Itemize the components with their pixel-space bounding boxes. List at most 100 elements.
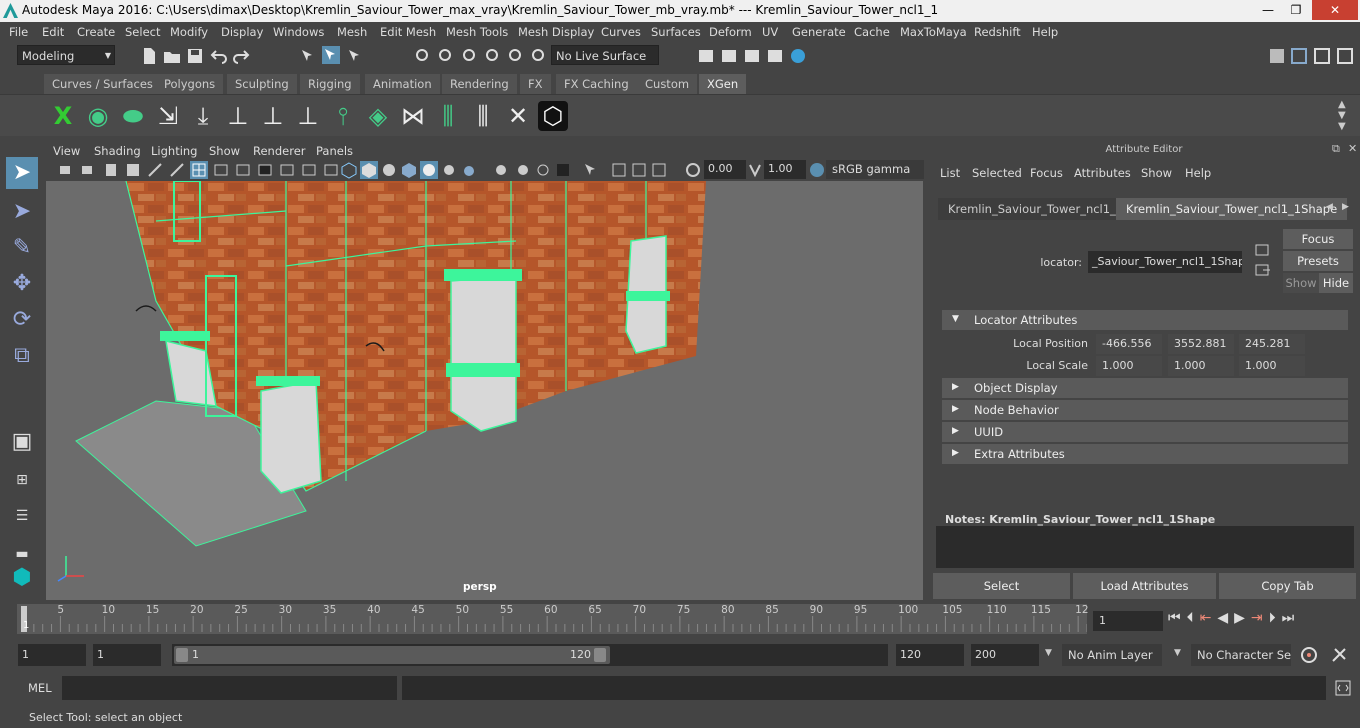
xgen-editor-icon[interactable]: X (48, 101, 78, 131)
select-input-icon[interactable] (1254, 242, 1272, 260)
render-view-icon[interactable] (697, 47, 715, 65)
xgen-layers-icon[interactable]: ◈ (363, 101, 393, 131)
section-node-behavior[interactable]: ▶ Node Behavior (942, 400, 1348, 420)
show-button[interactable]: Show (1283, 273, 1319, 293)
gamma-icon[interactable] (746, 161, 764, 179)
move-tool-icon[interactable]: ✥ (6, 268, 38, 300)
menu-display[interactable]: Display (221, 25, 263, 39)
menu-file[interactable]: File (9, 25, 28, 39)
menu-help[interactable]: Help (1032, 25, 1058, 39)
select-hierarchy-icon[interactable] (299, 47, 317, 65)
xgen-guide-icon[interactable]: ⊥ (258, 101, 288, 131)
attr-menu-focus[interactable]: Focus (1030, 166, 1063, 180)
shelf-tab-animation[interactable]: Animation (365, 74, 440, 94)
attr-tab-transform[interactable]: Kremlin_Saviour_Tower_ncl1_1 (938, 198, 1134, 220)
bookmark-icon[interactable] (102, 161, 120, 179)
use-all-lights-icon[interactable] (420, 161, 438, 179)
section-extra-attributes[interactable]: ▶ Extra Attributes (942, 444, 1348, 464)
viewport-menu-lighting[interactable]: Lighting (151, 144, 197, 158)
save-scene-icon[interactable] (186, 47, 204, 65)
select-tool-icon[interactable]: ➤ (6, 157, 38, 189)
shelf-tab-fx[interactable]: FX (520, 74, 551, 94)
animation-end-field[interactable]: 200 (971, 644, 1039, 666)
colorspace-field[interactable]: sRGB gamma (826, 160, 924, 179)
play-forward-icon[interactable]: ▶ (1234, 610, 1251, 626)
viewport-menu-show[interactable]: Show (209, 144, 240, 158)
section-uuid[interactable]: ▶ UUID (942, 422, 1348, 442)
resolution-gate-icon[interactable] (234, 161, 252, 179)
chevron-down-icon[interactable]: ▼ (1045, 648, 1052, 658)
load-attributes-button[interactable]: Load Attributes (1073, 573, 1216, 599)
depth-of-field-icon[interactable] (534, 161, 552, 179)
gate-mask-icon[interactable] (256, 161, 274, 179)
close-button[interactable]: ✕ (1312, 0, 1358, 20)
go-to-start-icon[interactable]: ⏮ (1168, 610, 1187, 626)
menu-mesh-display[interactable]: Mesh Display (518, 25, 594, 39)
isolate-select-icon[interactable] (554, 161, 572, 179)
go-to-end-icon[interactable]: ⏭ (1282, 610, 1301, 626)
safe-title-icon[interactable] (322, 161, 340, 179)
menu-uv[interactable]: UV (762, 25, 778, 39)
attr-menu-selected[interactable]: Selected (972, 166, 1022, 180)
next-key-icon[interactable]: ⇥ (1251, 610, 1269, 626)
float-panel-icon[interactable]: ⧉ (1332, 142, 1340, 156)
shelf-tab-sculpting[interactable]: Sculpting (227, 74, 297, 94)
anti-aliasing-icon[interactable] (514, 161, 532, 179)
menu-maxtomaya[interactable]: MaxToMaya (900, 25, 967, 39)
viewport-menu-panels[interactable]: Panels (316, 144, 353, 158)
xgen-cube-icon[interactable]: ⬡ (538, 101, 568, 131)
xgen-delete-guide-icon[interactable]: ✕ (503, 101, 533, 131)
current-frame-field[interactable]: 1 (1093, 611, 1163, 631)
render-frame-icon[interactable] (720, 47, 738, 65)
xgen-sculpt-icon[interactable]: ⫯ (328, 101, 358, 131)
menu-edit-mesh[interactable]: Edit Mesh (380, 25, 436, 39)
shelf-tab-custom[interactable]: Custom (637, 74, 698, 94)
xgen-bend-icon[interactable]: ⋈ (398, 101, 428, 131)
menu-mesh-tools[interactable]: Mesh Tools (446, 25, 508, 39)
local-scale-x[interactable]: 1.000 (1096, 356, 1162, 376)
shelf-scroll-icon[interactable]: ▲ ▼ ▼ (1338, 99, 1346, 132)
snap-view-plane-icon[interactable] (483, 47, 501, 65)
lasso-tool-icon[interactable]: ➤ (6, 196, 38, 228)
auto-key-icon[interactable] (1300, 646, 1318, 664)
menu-surfaces[interactable]: Surfaces (651, 25, 701, 39)
xgen-add-guide-icon[interactable]: ⊥ (223, 101, 253, 131)
local-position-z[interactable]: 245.281 (1239, 334, 1305, 354)
copy-tab-button[interactable]: Copy Tab (1219, 573, 1356, 599)
shelf-tab-fx-caching[interactable]: FX Caching (556, 74, 637, 94)
ambient-occlusion-icon[interactable] (460, 161, 478, 179)
local-position-y[interactable]: 3552.881 (1168, 334, 1234, 354)
shelf-tab-curves-surfaces[interactable]: Curves / Surfaces (44, 74, 161, 94)
xray-icon[interactable] (582, 161, 600, 179)
menu-select[interactable]: Select (125, 25, 160, 39)
attr-menu-help[interactable]: Help (1185, 166, 1211, 180)
maximize-button[interactable]: ❐ (1282, 0, 1310, 20)
anim-layer-dropdown[interactable]: No Anim Layer (1062, 644, 1162, 666)
exposure-icon[interactable] (684, 161, 702, 179)
range-slider-handle[interactable]: 1 120 (174, 646, 610, 664)
menu-mesh[interactable]: Mesh (337, 25, 367, 39)
snap-point-icon[interactable] (460, 47, 478, 65)
mel-input[interactable] (62, 676, 397, 700)
xgen-comb-icon[interactable]: ⫼ (433, 101, 463, 131)
scale-tool-icon[interactable]: ⧉ (6, 340, 38, 372)
range-slider-left-grip[interactable] (176, 648, 188, 662)
playback-start-field[interactable]: 1 (93, 644, 161, 666)
section-object-display[interactable]: ▶ Object Display (942, 378, 1348, 398)
select-output-icon[interactable] (1254, 262, 1272, 280)
notes-textarea[interactable] (936, 526, 1354, 568)
focus-button[interactable]: Focus (1283, 229, 1353, 249)
tab-scroll-left-icon[interactable]: ◀ (1326, 202, 1333, 212)
viewport-menu-shading[interactable]: Shading (94, 144, 141, 158)
xgen-place-guides-icon[interactable]: ⤓ (188, 101, 218, 131)
playback-end-field[interactable]: 120 (896, 644, 964, 666)
range-slider-right-grip[interactable] (594, 648, 606, 662)
hide-button[interactable]: Hide (1319, 273, 1353, 293)
undo-icon[interactable] (210, 47, 228, 65)
local-position-x[interactable]: -466.556 (1096, 334, 1162, 354)
menu-edit[interactable]: Edit (42, 25, 64, 39)
viewport-menu-renderer[interactable]: Renderer (253, 144, 306, 158)
smooth-shade-icon[interactable] (360, 161, 378, 179)
snap-curve-icon[interactable] (436, 47, 454, 65)
grease-pencil-icon[interactable] (168, 161, 186, 179)
